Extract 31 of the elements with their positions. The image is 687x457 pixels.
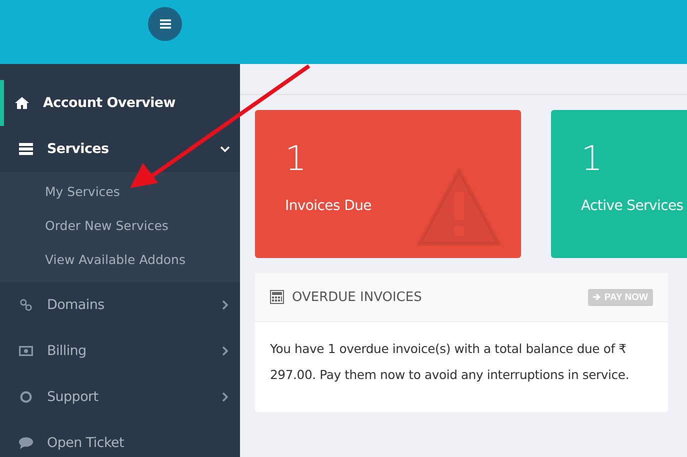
submenu-item[interactable]: My Services xyxy=(0,176,240,210)
chevron-down-icon xyxy=(220,144,230,154)
sidebar-item[interactable]: Open Ticket xyxy=(0,420,240,457)
submenu-item[interactable]: View Available Addons xyxy=(0,244,240,278)
chevron-right-icon xyxy=(220,346,230,356)
life-ring-icon xyxy=(19,391,33,403)
comment-icon xyxy=(19,437,33,449)
server-icon xyxy=(19,143,33,155)
sidebar-item[interactable]: Billing xyxy=(0,328,240,374)
money-icon xyxy=(19,345,33,357)
arrow-right-icon xyxy=(593,293,602,301)
sidebar-item[interactable]: Services xyxy=(0,126,240,172)
sidebar-item[interactable]: Support xyxy=(0,374,240,420)
chevron-right-icon xyxy=(220,392,230,402)
panel-title: OVERDUE INVOICES xyxy=(292,290,423,304)
submenu-item[interactable]: Order New Services xyxy=(0,210,240,244)
stat-label: Invoices Due xyxy=(285,198,372,214)
warning-icon xyxy=(417,168,501,246)
stat-value: 1 xyxy=(285,142,308,176)
menu-icon xyxy=(160,19,170,29)
stat-tile[interactable]: 1 Invoices Due xyxy=(255,110,521,258)
calculator-icon xyxy=(270,290,284,304)
menu-button[interactable] xyxy=(148,7,182,41)
link-icon xyxy=(19,299,33,311)
home-icon xyxy=(15,97,29,109)
stat-value: 1 xyxy=(581,142,604,176)
panel-text: You have 1 overdue invoice(s) with a total balance due of ₹ 297.00. Pay them now to avoid any interruptions in service. xyxy=(269,340,630,384)
chevron-right-icon xyxy=(220,300,230,310)
sidebar-item[interactable]: Domains xyxy=(0,282,240,328)
stat-label: Active Services xyxy=(581,198,684,214)
sidebar-item[interactable]: Account Overview xyxy=(0,80,240,126)
